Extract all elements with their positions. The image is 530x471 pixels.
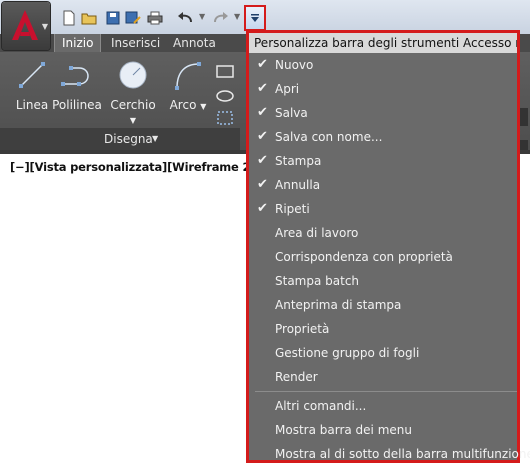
menu-item-label: Render xyxy=(275,370,318,384)
chevron-down-icon[interactable]: ▼ xyxy=(200,102,206,111)
polyline-tool-label: Polilinea xyxy=(52,98,102,112)
menu-item[interactable]: Altri comandi... xyxy=(249,394,517,418)
check-icon: ✔ xyxy=(257,201,268,216)
menu-item[interactable]: Anteprima di stampa xyxy=(249,293,517,317)
menu-item-label: Anteprima di stampa xyxy=(275,298,402,312)
line-tool-label: Linea xyxy=(15,98,49,112)
menu-extra-items: Altri comandi... Mostra barra dei menu Mos… xyxy=(249,394,530,466)
menu-item-label: Stampa batch xyxy=(275,274,360,288)
chevron-down-icon[interactable]: ▼ xyxy=(130,116,136,125)
menu-item[interactable]: ✔ Nuovo xyxy=(249,53,517,77)
menu-item[interactable]: ✔ Apri xyxy=(249,77,517,101)
menu-title: Personalizza barra degli strumenti Acces… xyxy=(249,33,517,53)
menu-item[interactable]: Corrispondenza con proprietà xyxy=(249,245,517,269)
menu-item[interactable]: ✔ Stampa xyxy=(249,149,517,173)
circle-icon xyxy=(119,61,147,89)
check-icon: ✔ xyxy=(257,81,268,96)
panel-footer-disegna[interactable]: Disegna ▼ xyxy=(0,128,240,150)
menu-item[interactable]: ✔ Salva con nome... xyxy=(249,125,517,149)
autocad-logo-icon xyxy=(12,10,38,40)
menu-item-label: Mostra al di sotto della barra multifunz… xyxy=(275,447,530,461)
menu-item-label: Salva con nome... xyxy=(275,130,383,144)
check-icon: ✔ xyxy=(257,153,268,168)
application-menu-button[interactable]: ▼ xyxy=(2,2,50,50)
menu-item[interactable]: ✔ Annulla xyxy=(249,173,517,197)
undo-icon[interactable] xyxy=(176,9,194,27)
menu-item[interactable]: Mostra al di sotto della barra multifunz… xyxy=(249,442,530,466)
menu-item-label: Annulla xyxy=(275,178,321,192)
menu-item-label: Salva xyxy=(275,106,308,120)
polyline-tool[interactable]: Polilinea xyxy=(52,58,102,112)
menu-item-label: Nuovo xyxy=(275,58,314,72)
menu-item[interactable]: ✔ Salva xyxy=(249,101,517,125)
print-icon[interactable] xyxy=(146,9,164,27)
customize-quick-access-button[interactable] xyxy=(244,5,266,31)
tab-annota[interactable]: Annota xyxy=(166,34,223,52)
circle-tool[interactable]: Cerchio ▼ xyxy=(110,58,156,126)
redo-icon[interactable] xyxy=(212,9,230,27)
hatch-icon[interactable] xyxy=(216,88,236,107)
polyline-icon xyxy=(61,66,89,86)
quick-access-toolbar: ▼ ▼ ▼ xyxy=(0,0,530,50)
arc-tool[interactable]: Arco ▼ xyxy=(168,58,208,112)
check-icon: ✔ xyxy=(257,57,268,72)
check-icon: ✔ xyxy=(257,129,268,144)
rectangle-icon[interactable] xyxy=(216,64,236,83)
check-icon: ✔ xyxy=(257,105,268,120)
dropdown-arrow-icon xyxy=(251,14,259,22)
menu-item[interactable]: Stampa batch xyxy=(249,269,517,293)
panel-label: Disegna xyxy=(104,132,153,146)
menu-item-label: Gestione gruppo di fogli xyxy=(275,346,420,360)
menu-item[interactable]: Render xyxy=(249,365,517,389)
menu-item[interactable]: Mostra barra dei menu xyxy=(249,418,517,442)
new-file-icon[interactable] xyxy=(60,9,78,27)
customize-qat-menu: Personalizza barra degli strumenti Acces… xyxy=(246,30,530,466)
menu-item-label: Area di lavoro xyxy=(275,226,359,240)
menu-item-label: Altri comandi... xyxy=(275,399,367,413)
menu-item[interactable]: ✔ Ripeti xyxy=(249,197,517,221)
circle-tool-label: Cerchio xyxy=(110,98,156,112)
menu-items: ✔ Nuovo ✔ Apri ✔ Salva ✔ Salva con nome... ✔ Stam… xyxy=(249,53,517,389)
chevron-down-icon: ▼ xyxy=(152,134,159,143)
open-folder-icon[interactable] xyxy=(80,9,98,27)
save-as-icon[interactable] xyxy=(124,9,142,27)
save-icon[interactable] xyxy=(104,9,122,27)
line-tool[interactable]: Linea xyxy=(14,58,50,112)
chevron-down-icon: ▼ xyxy=(41,22,48,31)
menu-item-label: Stampa xyxy=(275,154,322,168)
menu-item-label: Corrispondenza con proprietà xyxy=(275,250,453,264)
menu-item[interactable]: Proprietà xyxy=(249,317,517,341)
chevron-down-icon[interactable]: ▼ xyxy=(199,12,205,21)
viewport-controls[interactable]: [−][Vista personalizzata][Wireframe 2D] xyxy=(10,160,265,174)
menu-item-label: Mostra barra dei menu xyxy=(275,423,412,437)
chevron-down-icon[interactable]: ▼ xyxy=(234,12,240,21)
tab-inserisci[interactable]: Inserisci xyxy=(104,34,167,52)
menu-item[interactable]: Gestione gruppo di fogli xyxy=(249,341,517,365)
check-icon: ✔ xyxy=(257,177,268,192)
menu-item-label: Ripeti xyxy=(275,202,310,216)
menu-item[interactable]: Area di lavoro xyxy=(249,221,517,245)
tab-inizio[interactable]: Inizio xyxy=(54,34,102,52)
region-icon[interactable] xyxy=(216,110,236,129)
arc-tool-label: Arco xyxy=(169,98,197,112)
arc-icon xyxy=(175,62,201,90)
menu-separator xyxy=(255,391,517,392)
line-icon xyxy=(19,62,45,88)
menu-item-label: Apri xyxy=(275,82,300,96)
menu-item-label: Proprietà xyxy=(275,322,330,336)
